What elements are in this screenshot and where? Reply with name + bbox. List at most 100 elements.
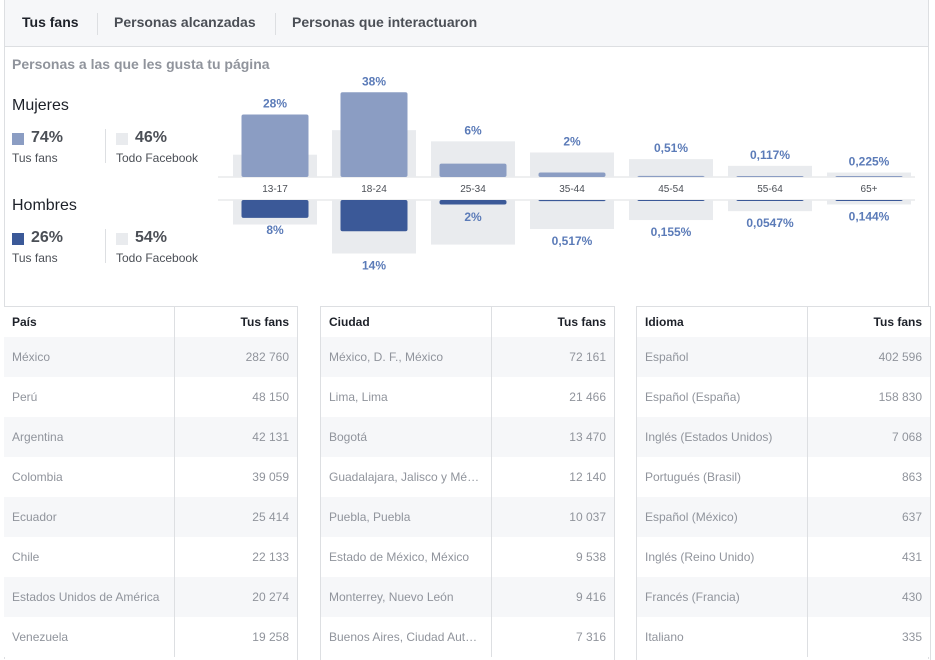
row-name: México (12, 350, 51, 364)
men-fans-bar (637, 200, 705, 201)
row-fans-count: 10 037 (569, 510, 606, 524)
row-fans-count: 637 (901, 510, 922, 524)
column-divider (807, 617, 808, 657)
women-value-label: 6% (464, 123, 482, 137)
table-header: Idioma Tus fans (637, 307, 930, 338)
table-row: Italiano 335 (637, 617, 930, 657)
men-fans-bar (736, 200, 804, 201)
facebook-men-bar (530, 200, 614, 229)
row-name: Español (España) (645, 390, 741, 404)
facebook-men-bar (728, 200, 812, 212)
column-divider (807, 577, 808, 617)
row-name: Lima, Lima (329, 390, 388, 404)
column-divider (491, 577, 492, 617)
column-divider (491, 307, 492, 337)
table-row: Monterrey, Nuevo León 9 416 (321, 577, 614, 617)
column-header-fans[interactable]: Tus fans (874, 307, 922, 337)
column-divider (491, 537, 492, 577)
table-row: Inglés (Estados Unidos) 7 068 (637, 417, 930, 457)
men-fans-bar (241, 200, 309, 218)
table-header: País Tus fans (4, 307, 297, 338)
column-divider (491, 417, 492, 457)
column-divider (807, 497, 808, 537)
row-fans-count: 7 316 (575, 630, 606, 644)
column-divider (174, 457, 175, 497)
row-fans-count: 25 414 (252, 510, 289, 524)
column-divider (491, 377, 492, 417)
table-row: Español (España) 158 830 (637, 377, 930, 417)
women-value-label: 0,117% (750, 148, 790, 162)
row-name: Perú (12, 390, 38, 404)
row-fans-count: 48 150 (252, 390, 289, 404)
table-row: Inglés (Reino Unido) 431 (637, 537, 930, 577)
table-row: Ecuador 25 414 (4, 497, 297, 537)
men-value-label: 2% (464, 210, 482, 224)
age-tick-label: 25-34 (460, 184, 486, 195)
row-fans-count: 22 133 (252, 550, 289, 564)
column-divider (174, 307, 175, 337)
column-header-fans[interactable]: Tus fans (241, 307, 289, 337)
row-fans-count: 13 470 (569, 430, 606, 444)
men-fans-bar (340, 200, 408, 232)
row-fans-count: 430 (901, 590, 922, 604)
table-row: Guadalajara, Jalisco y Mé… 12 140 (321, 457, 614, 497)
row-fans-count: 7 068 (891, 430, 922, 444)
row-name: Chile (12, 550, 40, 564)
table-row: Bogotá 13 470 (321, 417, 614, 457)
table-header: Ciudad Tus fans (321, 307, 614, 338)
table-ciudad: Ciudad Tus fans México, D. F., México 72 16… (320, 306, 615, 660)
facebook-women-bar (728, 165, 812, 177)
table-row: Francés (Francia) 430 (637, 577, 930, 617)
table-row: Argentina 42 131 (4, 417, 297, 457)
column-divider (174, 537, 175, 577)
column-divider (491, 457, 492, 497)
women-fans-bar (736, 176, 804, 177)
table-row: México 282 760 (4, 337, 297, 377)
men-value-label: 0,517% (552, 234, 593, 248)
column-divider (491, 337, 492, 377)
column-divider (174, 617, 175, 657)
column-divider (174, 497, 175, 537)
row-name: Buenos Aires, Ciudad Aut… (329, 630, 478, 644)
row-name: Estados Unidos de América (12, 590, 160, 604)
table-idioma: Idioma Tus fans Español 402 596 Español (Esp… (636, 306, 931, 660)
row-fans-count: 20 274 (252, 590, 289, 604)
table-row: Estados Unidos de América 20 274 (4, 577, 297, 617)
column-divider (807, 337, 808, 377)
row-name: Guadalajara, Jalisco y Mé… (329, 470, 480, 484)
age-tick-label: 13-17 (262, 184, 288, 195)
row-fans-count: 863 (901, 470, 922, 484)
table-row: Venezuela 19 258 (4, 617, 297, 657)
row-fans-count: 431 (901, 550, 922, 564)
column-divider (807, 417, 808, 457)
column-divider (807, 537, 808, 577)
men-value-label: 0,155% (651, 225, 692, 239)
row-name: Portugués (Brasil) (645, 470, 742, 484)
facebook-men-bar (629, 200, 713, 221)
row-fans-count: 402 596 (878, 350, 922, 364)
men-fans-bar (835, 200, 903, 201)
table-row: Español 402 596 (637, 337, 930, 377)
row-name: Español (645, 350, 689, 364)
women-fans-bar (538, 172, 606, 177)
column-header-name[interactable]: País (12, 307, 37, 337)
men-value-label: 14% (362, 259, 386, 273)
facebook-women-bar (629, 159, 713, 177)
row-fans-count: 19 258 (252, 630, 289, 644)
women-fans-bar (241, 114, 309, 177)
row-name: Puebla, Puebla (329, 510, 411, 524)
column-header-name[interactable]: Ciudad (329, 307, 370, 337)
column-header-name[interactable]: Idioma (645, 307, 684, 337)
row-name: Italiano (645, 630, 684, 644)
column-header-fans[interactable]: Tus fans (558, 307, 606, 337)
row-fans-count: 9 416 (575, 590, 606, 604)
column-divider (174, 577, 175, 617)
table-row: Estado de México, México 9 538 (321, 537, 614, 577)
column-divider (174, 377, 175, 417)
row-name: Inglés (Reino Unido) (645, 550, 755, 564)
row-name: Inglés (Estados Unidos) (645, 430, 773, 444)
column-divider (807, 457, 808, 497)
age-gender-chart: 28% 8% 13-17 38% 14% 18-24 6% 2% 25-34 2% 0,517% 35… (218, 74, 915, 273)
row-fans-count: 21 466 (569, 390, 606, 404)
row-name: Colombia (12, 470, 63, 484)
